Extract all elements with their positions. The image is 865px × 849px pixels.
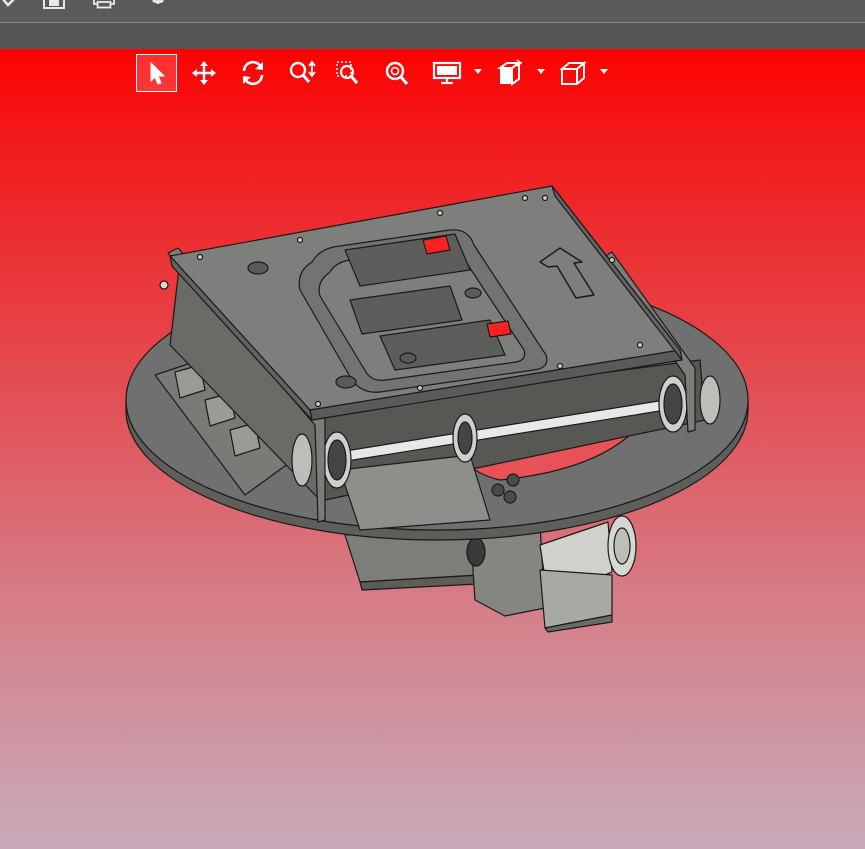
print-icon[interactable] [93,0,115,10]
open-icon[interactable] [0,0,22,10]
secondary-toolbar [0,23,865,49]
3d-viewport[interactable] [0,49,865,849]
top-toolbar [0,0,865,23]
cad-application [0,0,865,849]
cad-model-assembly[interactable] [0,49,865,849]
save-icon[interactable] [43,0,65,10]
gear-icon[interactable] [147,0,169,10]
